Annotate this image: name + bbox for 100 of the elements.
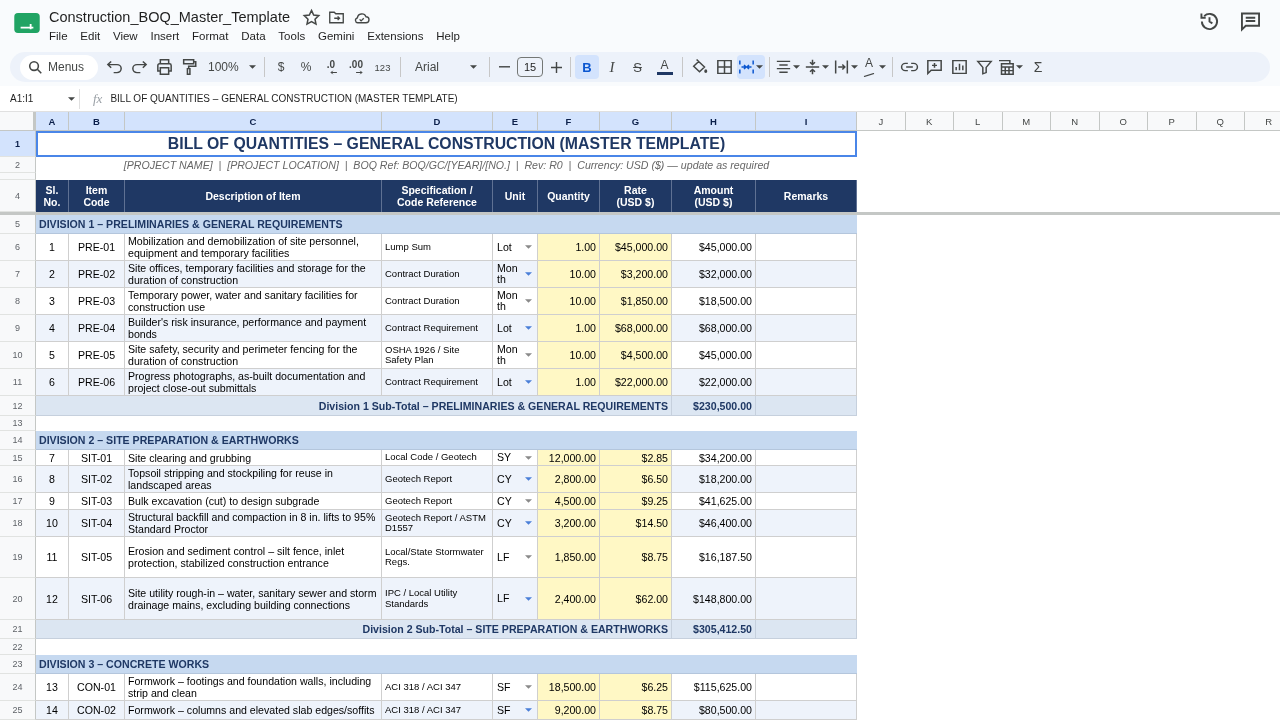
row-header[interactable]: 1 <box>0 131 36 157</box>
menu-item[interactable]: Edit <box>80 30 101 42</box>
unit-dropdown[interactable]: CY <box>493 510 538 537</box>
row-header[interactable]: 10 <box>0 342 36 369</box>
unit-dropdown[interactable]: Lot <box>493 369 538 396</box>
column-header[interactable]: J <box>857 112 906 131</box>
column-header[interactable]: K <box>905 112 954 131</box>
percent-format-button[interactable]: % <box>294 55 318 79</box>
document-title[interactable]: Construction_BOQ_Master_Template <box>49 9 290 25</box>
clock-arrow-icon[interactable] <box>1200 12 1219 31</box>
item-description: Builder's risk insurance, performance and payment bonds <box>125 315 382 342</box>
row-header[interactable]: 4 <box>0 180 36 212</box>
star-icon[interactable] <box>304 9 319 25</box>
column-header[interactable]: E <box>493 112 538 131</box>
unit-dropdown[interactable]: Month <box>493 342 538 369</box>
column-header[interactable]: B <box>69 112 125 131</box>
zoom-dropdown[interactable]: 100% <box>202 55 260 79</box>
column-header[interactable]: I <box>756 112 857 131</box>
menu-item[interactable]: Gemini <box>318 30 355 42</box>
column-header[interactable]: Q <box>1196 112 1245 131</box>
decrease-decimals-button[interactable]: .0 <box>319 55 343 79</box>
column-header[interactable]: H <box>672 112 756 131</box>
spreadsheet-logo-icon[interactable] <box>14 13 40 33</box>
text-color-button[interactable]: A <box>651 55 678 79</box>
row-header[interactable]: 8 <box>0 288 36 315</box>
name-box[interactable]: A1:I1 <box>0 88 80 109</box>
row-header[interactable]: 2 <box>0 157 36 173</box>
bold-button[interactable]: B <box>575 55 599 79</box>
row-header[interactable]: 22 <box>0 639 36 655</box>
column-header[interactable]: D <box>382 112 493 131</box>
rate-value: $8.75 <box>600 537 672 578</box>
increase-decimals-button[interactable]: .00 <box>344 55 368 79</box>
menu-item[interactable]: File <box>49 30 68 42</box>
row-header[interactable]: 17 <box>0 493 36 510</box>
column-header[interactable]: C <box>125 112 382 131</box>
row-header[interactable]: 13 <box>0 416 36 431</box>
more-formats-button[interactable]: 123 <box>369 55 396 79</box>
rate-value: $14.50 <box>600 510 672 537</box>
menu-item[interactable]: Help <box>436 30 460 42</box>
row-header[interactable]: 25 <box>0 701 36 720</box>
unit-dropdown[interactable]: LF <box>493 578 538 620</box>
row-header[interactable]: 16 <box>0 466 36 493</box>
menu-item[interactable]: View <box>112 30 138 42</box>
caret-icon <box>525 299 532 303</box>
column-header[interactable]: G <box>600 112 672 131</box>
column-header[interactable]: F <box>538 112 600 131</box>
unit-dropdown[interactable]: SF <box>493 674 538 701</box>
column-header[interactable]: M <box>1002 112 1051 131</box>
row-header[interactable]: 14 <box>0 431 36 450</box>
unit-dropdown[interactable]: Lot <box>493 234 538 261</box>
caret-icon <box>525 708 532 712</box>
unit-dropdown[interactable]: Lot <box>493 315 538 342</box>
row-header[interactable]: 6 <box>0 234 36 261</box>
menu-item[interactable]: Data <box>241 30 266 42</box>
amount-value: $32,000.00 <box>672 261 756 288</box>
row-header[interactable]: 7 <box>0 261 36 288</box>
font-dropdown[interactable]: Arial <box>405 55 485 79</box>
specification-reference: Contract Requirement <box>382 315 493 342</box>
row-header[interactable]: 20 <box>0 578 36 620</box>
row-header[interactable]: 21 <box>0 620 36 639</box>
unit-dropdown[interactable]: CY <box>493 493 538 510</box>
text-rotation-button[interactable]: A <box>861 55 888 79</box>
menu-search-field[interactable]: Menus <box>20 54 98 80</box>
column-header[interactable]: P <box>1148 112 1197 131</box>
menu-item[interactable]: Insert <box>150 30 180 42</box>
row-header[interactable]: 18 <box>0 510 36 537</box>
row-header[interactable]: 5 <box>0 215 36 234</box>
item-code: PRE-02 <box>69 261 125 288</box>
font-size-field[interactable]: 15 <box>517 57 543 77</box>
menu-item[interactable]: Format <box>192 30 229 42</box>
unit-dropdown[interactable]: SY <box>493 450 538 466</box>
menu-item[interactable]: Extensions <box>367 30 424 42</box>
merge-cells-button[interactable] <box>737 55 765 79</box>
row-header[interactable]: 9 <box>0 315 36 342</box>
column-header[interactable]: L <box>954 112 1003 131</box>
unit-dropdown[interactable]: LF <box>493 537 538 578</box>
row-header[interactable]: 12 <box>0 396 36 416</box>
folder-icon[interactable] <box>329 9 344 25</box>
currency-format-button[interactable]: $ <box>269 55 293 79</box>
row-header[interactable]: 23 <box>0 655 36 674</box>
italic-button[interactable]: I <box>600 55 624 79</box>
unit-dropdown[interactable]: CY <box>493 466 538 493</box>
row-header[interactable]: 19 <box>0 537 36 578</box>
column-header[interactable]: N <box>1051 112 1100 131</box>
menu-item[interactable]: Tools <box>278 30 306 42</box>
column-header[interactable]: A <box>36 112 69 131</box>
speech-bubble-icon[interactable] <box>1241 12 1260 31</box>
formula-input[interactable]: BILL OF QUANTITIES – GENERAL CONSTRUCTION (MASTER TEMPLATE) <box>110 88 1280 109</box>
row-header[interactable]: 11 <box>0 369 36 396</box>
row-header[interactable]: 15 <box>0 450 36 466</box>
column-header[interactable]: R <box>1245 112 1280 131</box>
row-header[interactable]: 24 <box>0 674 36 701</box>
functions-button[interactable]: Σ <box>1026 55 1050 79</box>
strikethrough-button[interactable]: S <box>625 55 650 79</box>
unit-dropdown[interactable]: SF <box>493 701 538 720</box>
unit-dropdown[interactable]: Month <box>493 288 538 315</box>
unit-dropdown[interactable]: Month <box>493 261 538 288</box>
curved-left-arrow-icon <box>106 59 122 75</box>
column-header[interactable]: O <box>1099 112 1148 131</box>
rate-value: $6.50 <box>600 466 672 493</box>
